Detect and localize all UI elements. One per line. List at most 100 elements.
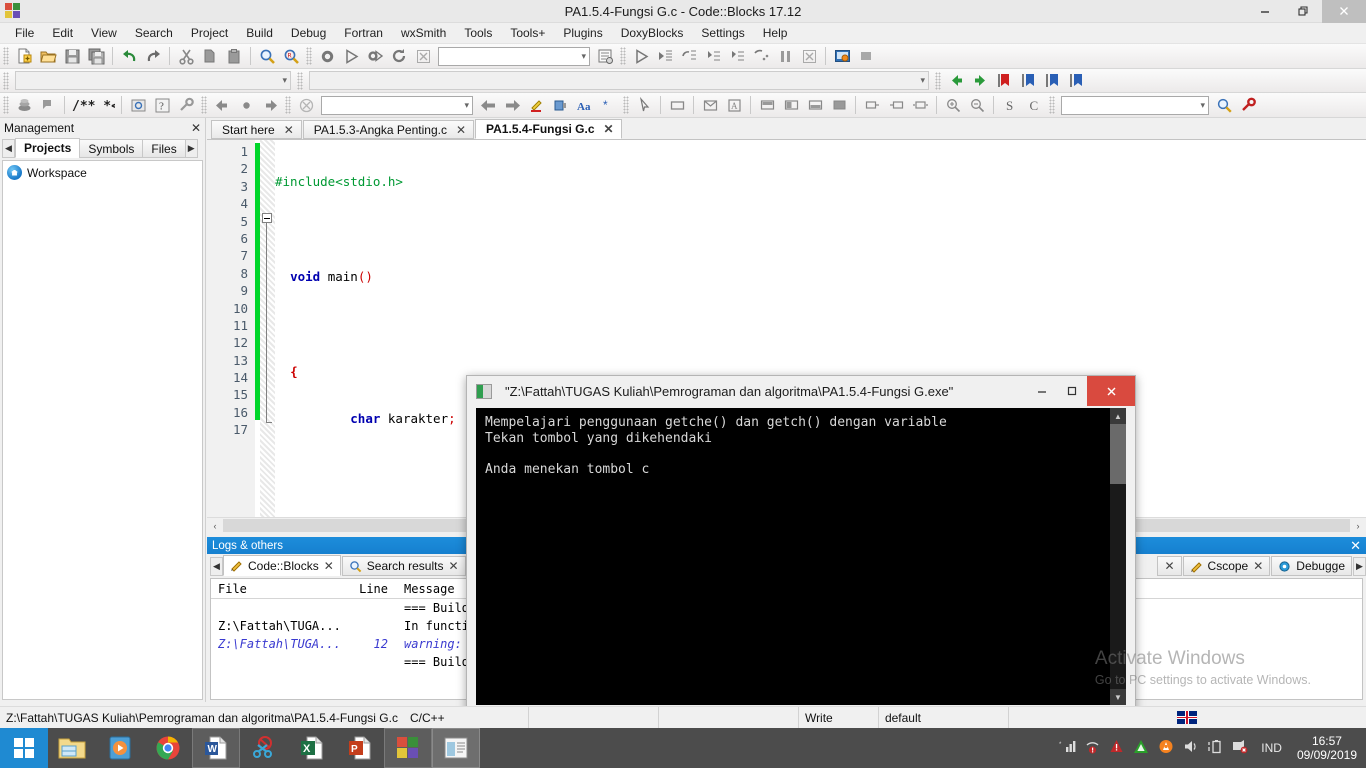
status-keyboard-layout[interactable] (1009, 707, 1366, 729)
snippet-icon[interactable]: * (597, 95, 619, 116)
open-file-icon[interactable] (37, 46, 59, 67)
expand-both-icon[interactable] (909, 95, 931, 116)
tree-item-workspace[interactable]: Workspace (7, 165, 202, 180)
find-in-files-icon[interactable] (1213, 95, 1235, 116)
scroll-thumb[interactable] (1110, 424, 1126, 484)
expand-right-icon[interactable] (861, 95, 883, 116)
build-and-run-icon[interactable] (364, 46, 386, 67)
editor-tab-angka-penting[interactable]: PA1.5.3-Angka Penting.c ✕ (302, 120, 475, 139)
menu-plugins[interactable]: Plugins (554, 24, 611, 42)
doxyblocks-extract-icon[interactable] (37, 95, 59, 116)
debug-continue-icon[interactable] (630, 46, 652, 67)
symbols-combo[interactable]: ▾ (321, 95, 473, 115)
menu-toolsplus[interactable]: Tools+ (501, 24, 554, 42)
toggle-bookmark-icon[interactable] (993, 70, 1015, 91)
goto-prev-icon[interactable] (945, 70, 967, 91)
menu-edit[interactable]: Edit (43, 24, 82, 42)
tab-scroll-left-icon[interactable]: ◀ (2, 139, 15, 158)
fold-margin[interactable] (260, 140, 275, 518)
wxsmith-frame-icon[interactable]: A (723, 95, 745, 116)
logs-tab-hidden-close[interactable]: ✕ (1157, 556, 1182, 576)
windows-start-icon[interactable] (0, 728, 48, 768)
volume-icon[interactable] (1183, 739, 1199, 757)
microsoft-word-icon[interactable]: W (192, 728, 240, 768)
stop-debugger-icon[interactable] (798, 46, 820, 67)
file-explorer-icon[interactable] (48, 728, 96, 768)
toolbar-grip[interactable] (620, 47, 626, 65)
menu-doxyblocks[interactable]: DoxyBlocks (612, 24, 693, 42)
wifi-alert-icon[interactable] (1085, 739, 1100, 757)
toolbar-grip[interactable] (297, 71, 303, 90)
network-signal-icon[interactable]: * (1059, 739, 1076, 757)
restore-button[interactable] (1284, 0, 1322, 23)
media-player-icon[interactable] (96, 728, 144, 768)
doxyblocks-run-icon[interactable] (13, 95, 35, 116)
close-icon[interactable]: ✕ (1164, 559, 1174, 573)
menu-project[interactable]: Project (182, 24, 237, 42)
menu-help[interactable]: Help (754, 24, 797, 42)
clear-bookmarks-icon[interactable] (1065, 70, 1087, 91)
menu-build[interactable]: Build (237, 24, 282, 42)
microsoft-powerpoint-icon[interactable]: P (336, 728, 384, 768)
network-error-icon[interactable] (1232, 739, 1248, 757)
menu-view[interactable]: View (82, 24, 126, 42)
nav-forward-icon[interactable] (501, 95, 523, 116)
doxyblocks-comment-icon[interactable]: /** *< (70, 95, 116, 116)
various-info-icon[interactable] (594, 46, 616, 67)
close-icon[interactable]: ✕ (456, 123, 466, 137)
menu-wxsmith[interactable]: wxSmith (392, 24, 455, 42)
wxsmith-source-icon[interactable]: S (999, 95, 1021, 116)
abort-icon[interactable] (412, 46, 434, 67)
taskbar-clock[interactable]: 16:57 09/09/2019 (1291, 734, 1357, 762)
save-all-icon[interactable] (85, 46, 107, 67)
run-to-cursor-icon[interactable] (654, 46, 676, 67)
copy-icon[interactable] (199, 46, 221, 67)
next-line-icon[interactable] (678, 46, 700, 67)
save-icon[interactable] (61, 46, 83, 67)
wxsmith-dialog-icon[interactable] (699, 95, 721, 116)
cut-icon[interactable] (175, 46, 197, 67)
run-icon[interactable] (340, 46, 362, 67)
tab-symbols[interactable]: Symbols (79, 139, 144, 158)
browse-here-icon[interactable] (235, 95, 257, 116)
expand-left-icon[interactable] (885, 95, 907, 116)
battery-icon[interactable] (1208, 739, 1223, 757)
scroll-up-icon[interactable]: ▲ (1110, 408, 1126, 424)
settings-wrench-icon[interactable] (1237, 95, 1259, 116)
editor-tab-start-here[interactable]: Start here ✕ (211, 120, 302, 139)
layout-top-icon[interactable] (756, 95, 778, 116)
microsoft-excel-icon[interactable]: X (288, 728, 336, 768)
close-icon[interactable]: ✕ (1350, 538, 1361, 554)
browse-forward-icon[interactable] (259, 95, 281, 116)
close-icon[interactable]: ✕ (284, 123, 294, 137)
next-bookmark-icon[interactable] (1041, 70, 1063, 91)
menu-settings[interactable]: Settings (692, 24, 753, 42)
console-body[interactable]: Mempelajari penggunaan getche() dan getc… (476, 408, 1126, 705)
column-header-line[interactable]: Line (346, 582, 396, 596)
search-input[interactable]: ▾ (1061, 95, 1209, 115)
doxyblocks-block-comment-icon[interactable] (127, 95, 149, 116)
break-debugger-icon[interactable] (774, 46, 796, 67)
goto-next-icon[interactable] (969, 70, 991, 91)
next-instruction-icon[interactable] (750, 46, 772, 67)
find-icon[interactable] (256, 46, 278, 67)
debugging-windows-icon[interactable] (831, 46, 853, 67)
console-close-button[interactable] (1087, 376, 1135, 406)
insert-class-icon[interactable] (549, 95, 571, 116)
action-center-alert-icon[interactable] (1109, 739, 1124, 757)
tab-projects[interactable]: Projects (15, 138, 81, 158)
logs-tab-debugger[interactable]: Debugge (1271, 556, 1352, 576)
projects-tree[interactable]: Workspace (2, 160, 203, 700)
debugger-combo[interactable]: ▾ (15, 71, 291, 90)
close-icon[interactable]: ✕ (448, 559, 458, 573)
scroll-left-icon[interactable]: ‹ (207, 518, 223, 533)
close-icon[interactable]: ✕ (604, 122, 614, 136)
toolbar-grip[interactable] (1049, 96, 1055, 114)
console-minimize-button[interactable] (1027, 376, 1057, 406)
toolbar-grip[interactable] (623, 96, 629, 114)
layout-bottom-icon[interactable] (804, 95, 826, 116)
abbreviations-icon[interactable]: Aa (573, 95, 595, 116)
tab-scroll-left-icon[interactable]: ◀ (210, 557, 223, 576)
minimize-button[interactable] (1246, 0, 1284, 23)
tab-scroll-right-icon[interactable]: ▶ (184, 139, 198, 158)
